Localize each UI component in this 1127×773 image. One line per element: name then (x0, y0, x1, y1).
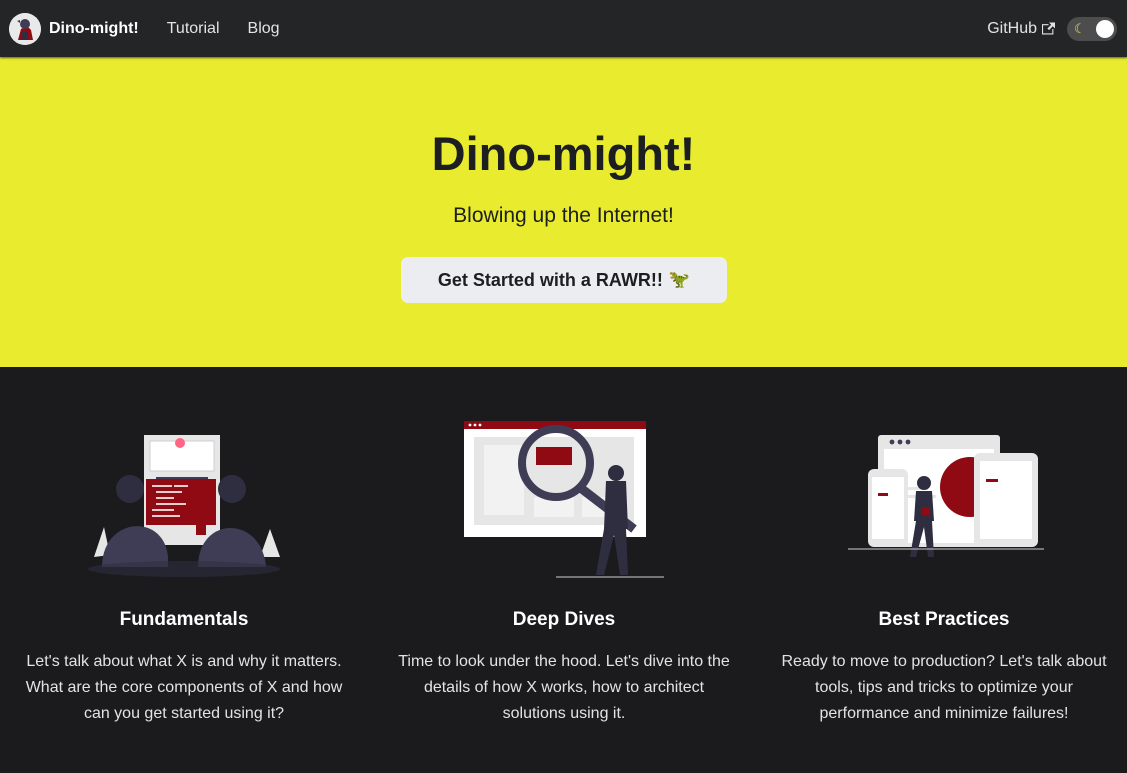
navbar-right: GitHub ☾ (987, 16, 1118, 41)
external-link-icon (1042, 22, 1055, 35)
hero-title: Dino-might! (431, 127, 696, 180)
feature-description: Ready to move to production? Let's talk … (781, 653, 1107, 722)
nav-link-tutorial[interactable]: Tutorial (167, 20, 220, 38)
get-started-label: Get Started with a RAWR!! (437, 269, 663, 290)
two-people-at-computer-illustration (88, 435, 280, 577)
multi-device-illustration (848, 435, 1044, 557)
moon-icon: ☾ (1074, 20, 1086, 36)
hero-subtitle: Blowing up the Internet! (453, 204, 674, 227)
feature-title: Deep Dives (512, 609, 616, 630)
magnifying-glass-illustration (464, 421, 664, 578)
dinosaur-icon: 🦖 (668, 270, 691, 290)
feature-description: Let's talk about what X is and why it ma… (25, 653, 343, 722)
brand-title: Dino-might! (49, 19, 139, 37)
github-label: GitHub (987, 19, 1037, 37)
feature-description: Time to look under the hood. Let's dive … (398, 653, 730, 722)
features-section: Fundamentals Let's talk about what X is … (0, 367, 1127, 773)
brand-link[interactable]: Dino-might! (9, 12, 139, 45)
hero-banner: Dino-might! Blowing up the Internet! Get… (0, 57, 1127, 367)
dino-logo-icon (9, 12, 41, 45)
feature-title: Fundamentals (119, 609, 249, 630)
get-started-button[interactable]: Get Started with a RAWR!! 🦖 (401, 257, 727, 303)
github-link[interactable]: GitHub (987, 20, 1055, 38)
toggle-knob (1096, 19, 1114, 38)
theme-toggle[interactable]: ☾ (1067, 16, 1117, 41)
feature-title: Best Practices (878, 609, 1010, 630)
navbar: Dino-might! Tutorial Blog GitHub ☾ (0, 0, 1127, 57)
nav-link-blog[interactable]: Blog (248, 20, 280, 38)
